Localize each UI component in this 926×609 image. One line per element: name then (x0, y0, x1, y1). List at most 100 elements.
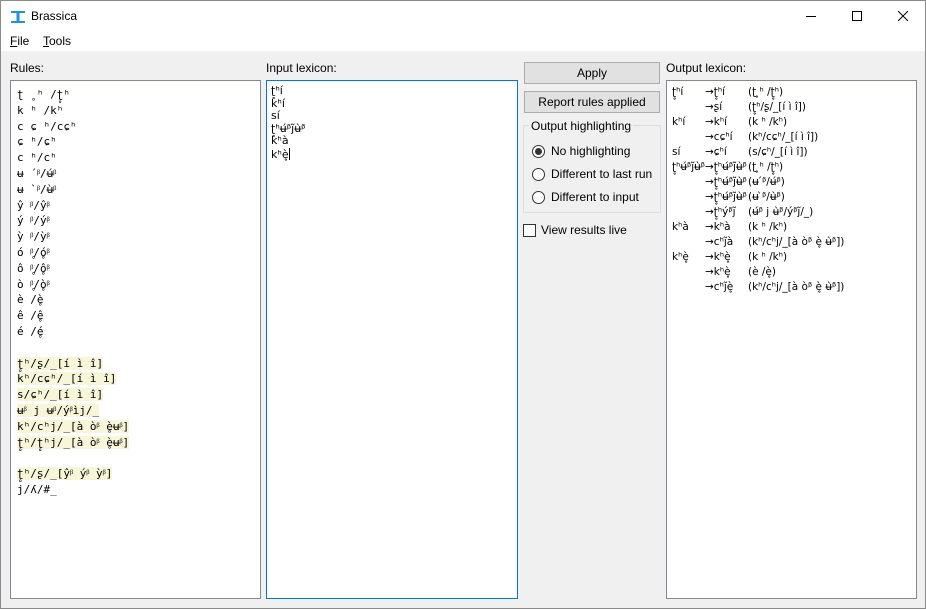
minimize-button[interactable] (788, 1, 834, 31)
menu-tools[interactable]: Tools (43, 34, 71, 48)
radio-different-last-run[interactable]: Different to last run (532, 167, 652, 181)
rule-line: j/ʎ/#_ (17, 482, 129, 498)
rule-text: s/ɕʰ/_[í ì î] (17, 388, 104, 402)
input-lexicon-label: Input lexicon: (266, 61, 337, 75)
output-derivation: →ʈ̥ʰýᵝj̃ (705, 206, 736, 218)
input-word: ʈ̥ʰʉ́ᵝj̃ʉ̀ᵝ (271, 121, 306, 135)
output-rule: (k ʰ /kʰ) (748, 221, 788, 233)
minimize-icon (806, 16, 816, 17)
input-word: kʰè̥ (271, 147, 289, 161)
input-lexicon-text: ʈ̥ʰí kʰí sí ʈ̥ʰʉ́ᵝj̃ʉ̀ᵝ kʰà kʰè̥ (271, 84, 306, 161)
rule-line: ô ̥ᵝ/ô̥ᵝ (17, 261, 129, 277)
output-derivation: →kʰí (705, 116, 728, 128)
maximize-button[interactable] (834, 1, 880, 31)
rule-line: ó ̥ᵝ/ó̥ᵝ (17, 245, 129, 261)
output-lexicon-label: Output lexicon: (666, 61, 747, 75)
rule-line: ʈ ̥ ʰ /ʈ̥ʰ (17, 87, 129, 103)
output-word: kʰí (672, 116, 686, 128)
output-rule: (ʈ ̥ʰ /ʈ̥ʰ) (748, 161, 784, 173)
rule-line: c ɕ ʰ/cɕʰ (17, 119, 129, 135)
rule-line: ʈ̥ʰ/ʂ/_[ŷᵝ ýᵝ ỳᵝ] (17, 466, 129, 482)
rule-text: k ʰ /kʰ (17, 103, 64, 117)
radio-button-icon (532, 144, 545, 158)
rule-text: kʰ/cɕʰ/_[í ì î] (17, 372, 117, 386)
rule-text: c ɕ ʰ/cɕʰ (17, 119, 77, 133)
output-derivation: →ʂí (705, 101, 723, 113)
output-rule: (ʈ̥ʰ/ʂ/_[í ì î]) (748, 101, 806, 113)
maximize-icon (852, 11, 862, 21)
output-word: kʰè̥ (672, 251, 689, 263)
output-word: sí (672, 146, 681, 158)
rule-line: ỳ ᵝ/ỳᵝ (17, 229, 129, 245)
input-word: ʈ̥ʰí (271, 84, 283, 97)
output-rule: (ʉ ̀ᵝ/ʉ̀ᵝ) (748, 191, 785, 203)
rule-line: ɕ ʰ/ɕʰ (17, 134, 129, 150)
rule-line: kʰ/cɕʰ/_[í ì î] (17, 371, 129, 387)
output-derivation: →ɕʰí (705, 146, 727, 158)
output-derivation: →cʰj̃à (705, 236, 734, 248)
output-derivation: →ʈ̥ʰʉ́ᵝj̃ʉ̀ᵝ (705, 191, 747, 203)
view-results-live-label: View results live (541, 223, 627, 237)
rule-text: ỳ ᵝ/ỳᵝ (17, 230, 50, 244)
menu-file[interactable]: File (10, 34, 29, 48)
report-rules-applied-button[interactable]: Report rules applied (524, 91, 660, 113)
radio-no-highlighting[interactable]: No highlighting (532, 144, 630, 158)
rule-line: ʉ ́ ᵝ/ʉ́ᵝ (17, 166, 129, 182)
radio-different-input[interactable]: Different to input (532, 190, 639, 204)
output-derivation: →cʰj̃è̥ (705, 281, 734, 293)
rule-line: c ʰ/cʰ (17, 150, 129, 166)
rule-line: kʰ/cʰj/_[à òᵝ è̥ʉᵝ] (17, 419, 130, 435)
main-content: Rules: ʈ ̥ ʰ /ʈ̥ʰ k ʰ /kʰ c ɕ ʰ/cɕʰ ɕ ʰ/ɕʰ c… (0, 51, 926, 609)
rule-line: è /è̥ (17, 292, 129, 308)
apply-button[interactable]: Apply (524, 62, 660, 84)
output-rule: (kʰ/cʰj/_[à òᵝ è̥ ʉ̀ᵝ]) (748, 281, 845, 293)
rule-line: ʈ̥ʰ/ʈ̥ʰj/_[à òᵝ è̥ʉᵝ] (17, 435, 130, 451)
output-derivation: →cɕʰí (705, 131, 733, 143)
rules-label: Rules: (10, 61, 45, 75)
close-button[interactable] (880, 1, 926, 31)
output-rule: (s/ɕʰ/_[í ì î]) (748, 146, 808, 158)
output-rule: (kʰ/cɕʰ/_[í ì î]) (748, 131, 819, 143)
rule-line: ʉ ̀ ᵝ/ʉ̀ᵝ (17, 182, 129, 198)
brassica-app-icon (11, 11, 25, 23)
rule-text: kʰ/cʰj/_[à òᵝ è̥ʉᵝ] (17, 419, 130, 433)
rule-text: ê /ê̥ (17, 309, 44, 323)
rule-text: ʉᵝ j ʉᵝ/ýᵝìj/_ (17, 403, 100, 417)
rule-line: ý ᵝ/ýᵝ (17, 213, 129, 229)
output-rule: (ʉ ́ᵝ/ʉ́ᵝ) (748, 176, 785, 188)
rule-line: ŷ ᵝ/ŷᵝ (17, 198, 129, 214)
input-word: kʰí (271, 96, 285, 110)
output-word: kʰà (672, 221, 689, 233)
rule-line: ʈ̥ʰ/ʂ/_[í ì î] (17, 356, 129, 372)
rule-text: ó ̥ᵝ/ó̥ᵝ (17, 245, 50, 259)
output-derivation: →ʈ̥ʰí (705, 86, 726, 98)
radio-selected-dot (535, 147, 542, 155)
output-word: ʈ̥ʰʉ́ᵝj̃ʉ̀ᵝ (672, 161, 706, 173)
rule-line: ê /ê̥ (17, 308, 129, 324)
rules-text: ʈ ̥ ʰ /ʈ̥ʰ k ʰ /kʰ c ɕ ʰ/cɕʰ ɕ ʰ/ɕʰ c ʰ/cʰ ʉ … (17, 87, 130, 498)
rule-text: ŷ ᵝ/ŷᵝ (17, 198, 50, 212)
rules-editor[interactable]: ʈ ̥ ʰ /ʈ̥ʰ k ʰ /kʰ c ɕ ʰ/cɕʰ ɕ ʰ/ɕʰ c ʰ/cʰ ʉ … (10, 80, 261, 599)
checkbox-icon (523, 223, 536, 237)
input-word: sí (271, 109, 280, 122)
output-rule: (è /è̥) (748, 266, 776, 278)
rule-text: ʈ̥ʰ/ʈ̥ʰj/_[à òᵝ è̥ʉᵝ] (17, 435, 130, 449)
rule-text: ʈ̥ʰ/ʂ/_[ŷᵝ ýᵝ ỳᵝ] (17, 467, 113, 481)
output-word: ʈ̥ʰí (672, 86, 684, 98)
view-results-live-checkbox[interactable]: View results live (523, 223, 627, 237)
rule-line (17, 340, 129, 356)
rule-line: ʉᵝ j ʉᵝ/ýᵝìj/_ (17, 403, 129, 419)
rule-text: c ʰ/cʰ (17, 151, 57, 165)
output-derivation: →kʰè̥ (705, 251, 731, 263)
rule-line: k ʰ /kʰ (17, 103, 129, 119)
close-icon (898, 11, 908, 21)
radio-different-last-run-label: Different to last run (551, 167, 653, 181)
rule-text: ý ᵝ/ýᵝ (17, 214, 50, 228)
radio-different-input-label: Different to input (551, 190, 639, 204)
rule-line: ò ̥ᵝ/ò̥ᵝ (17, 277, 129, 293)
rule-text: ʉ ́ ᵝ/ʉ́ᵝ (17, 166, 57, 180)
output-rule: (ʉ́ᵝ j ʉ̀ᵝ/ýᵝj̃/_) (748, 206, 814, 218)
output-lexicon-view[interactable]: ʈ̥ʰí →ʈ̥ʰí (ʈ ̥ʰ /ʈ̥ʰ) →ʂí (ʈ̥ʰ/ʂ/_[í ì î]) k… (666, 80, 917, 599)
input-lexicon-line: kʰà (271, 134, 306, 148)
input-lexicon-editor[interactable]: ʈ̥ʰí kʰí sí ʈ̥ʰʉ́ᵝj̃ʉ̀ᵝ kʰà kʰè̥ (266, 80, 518, 599)
